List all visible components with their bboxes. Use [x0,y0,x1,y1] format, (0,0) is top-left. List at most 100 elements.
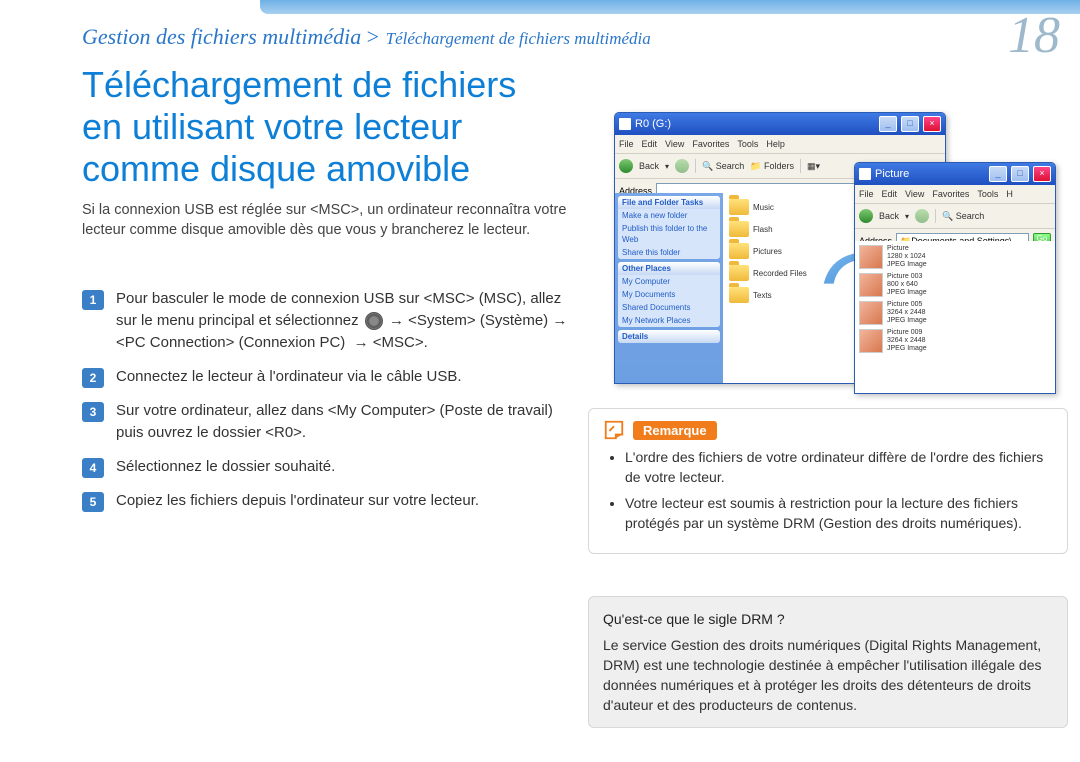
menu-help[interactable]: H [1006,189,1013,199]
menu-favorites[interactable]: Favorites [932,189,969,199]
menu-favorites[interactable]: Favorites [692,139,729,149]
places-panel: Other Places My Computer My Documents Sh… [618,262,720,327]
step-text: Copiez les fichiers depuis l'ordinateur … [116,490,572,512]
details-panel: Details [618,330,720,343]
titlebar: R0 (G:) _ □ × [615,113,945,135]
place-item[interactable]: My Network Places [618,314,720,327]
breadcrumb-sub: Téléchargement de fichiers multimédia [386,29,651,48]
intro-text: Si la connexion USB est réglée sur <MSC>… [82,200,572,240]
explorer-illustration: R0 (G:) _ □ × File Edit View Favorites T… [614,112,1054,402]
tasks-panel: File and Folder Tasks Make a new folder … [618,196,720,259]
task-item[interactable]: Make a new folder [618,209,720,222]
maximize-button[interactable]: □ [901,116,919,132]
menu-edit[interactable]: Edit [642,139,658,149]
folder-icon [729,265,749,281]
note-item: Votre lecteur est soumis à restriction p… [625,493,1053,533]
step-text: Pour basculer le mode de connexion USB s… [116,288,572,354]
window-title: Picture [875,168,909,180]
views-button[interactable]: ▦▾ [807,161,820,172]
details-panel-head: Details [618,330,720,343]
note-label: Remarque [633,421,717,440]
menu-tools[interactable]: Tools [977,189,998,199]
page-number: 18 [1008,6,1060,65]
gear-icon [365,312,383,330]
folder-icon [729,287,749,303]
drive-icon [619,118,631,130]
drm-answer: Le service Gestion des droits numériques… [603,635,1053,715]
back-label[interactable]: Back [879,211,899,221]
step-3: 3 Sur votre ordinateur, allez dans <My C… [82,400,572,444]
tasks-panel-head: File and Folder Tasks [618,196,720,209]
search-button[interactable]: 🔍 Search [942,211,984,222]
image-thumb-icon [859,301,883,325]
breadcrumb-sep: > [365,24,385,49]
page-title: Téléchargement de fichiers en utilisant … [82,64,562,190]
step-number-badge: 5 [82,492,104,512]
menubar: File Edit View Favorites Tools Help [615,135,945,154]
step-text: Connectez le lecteur à l'ordinateur via … [116,366,572,388]
breadcrumb: Gestion des fichiers multimédia > Téléch… [82,24,651,50]
folders-button[interactable]: 📁 Folders [750,161,794,172]
image-thumb-icon [859,273,883,297]
explorer-window-picture: Picture _ □ × File Edit View Favorites T… [854,162,1056,394]
breadcrumb-main: Gestion des fichiers multimédia [82,24,361,49]
step-number-badge: 3 [82,402,104,422]
thumb-item[interactable]: Picture 003800 x 640JPEG Image [859,273,1051,297]
search-button[interactable]: 🔍 Search [702,161,744,172]
step-number-badge: 4 [82,458,104,478]
image-thumb-icon [859,329,883,353]
note-box-icon [603,419,625,441]
close-button[interactable]: × [923,116,941,132]
maximize-button[interactable]: □ [1011,166,1029,182]
close-button[interactable]: × [1033,166,1051,182]
step-number-badge: 2 [82,368,104,388]
place-item[interactable]: My Documents [618,288,720,301]
toolbar: Back ▾ 🔍 Search [855,204,1055,229]
drm-info-box: Qu'est-ce que le sigle DRM ? Le service … [588,596,1068,728]
titlebar: Picture _ □ × [855,163,1055,185]
menu-file[interactable]: File [859,189,874,199]
step-5: 5 Copiez les fichiers depuis l'ordinateu… [82,490,572,512]
forward-icon[interactable] [915,209,929,223]
step-text: Sélectionnez le dossier souhaité. [116,456,572,478]
back-label[interactable]: Back [639,161,659,171]
menu-edit[interactable]: Edit [882,189,898,199]
note-box: Remarque L'ordre des fichiers de votre o… [588,408,1068,554]
menu-file[interactable]: File [619,139,634,149]
place-item[interactable]: My Computer [618,275,720,288]
folder-icon [859,168,871,180]
header-strip [260,0,1080,14]
thumb-item[interactable]: Picture 0093264 x 2448JPEG Image [859,329,1051,353]
drm-question: Qu'est-ce que le sigle DRM ? [603,609,1053,629]
step-2: 2 Connectez le lecteur à l'ordinateur vi… [82,366,572,388]
minimize-button[interactable]: _ [989,166,1007,182]
back-icon[interactable] [619,159,633,173]
note-item: L'ordre des fichiers de votre ordinateur… [625,447,1053,487]
step-4: 4 Sélectionnez le dossier souhaité. [82,456,572,478]
thumb-item[interactable]: Picture 0053264 x 2448JPEG Image [859,301,1051,325]
folder-icon [729,199,749,215]
window-title: R0 (G:) [635,118,671,130]
minimize-button[interactable]: _ [879,116,897,132]
menu-help[interactable]: Help [766,139,785,149]
back-icon[interactable] [859,209,873,223]
thumb-item[interactable]: Picture1280 x 1024JPEG Image [859,245,1051,269]
menu-view[interactable]: View [905,189,924,199]
step-text: Sur votre ordinateur, allez dans <My Com… [116,400,572,444]
step-number-badge: 1 [82,290,104,310]
side-panel: File and Folder Tasks Make a new folder … [615,193,723,383]
menu-tools[interactable]: Tools [737,139,758,149]
steps-list: 1 Pour basculer le mode de connexion USB… [82,288,572,524]
places-panel-head: Other Places [618,262,720,275]
task-item[interactable]: Publish this folder to the Web [618,222,720,246]
place-item[interactable]: Shared Documents [618,301,720,314]
menu-view[interactable]: View [665,139,684,149]
task-item[interactable]: Share this folder [618,246,720,259]
forward-icon[interactable] [675,159,689,173]
menubar: File Edit View Favorites Tools H [855,185,1055,204]
note-list: L'ordre des fichiers de votre ordinateur… [603,447,1053,533]
thumbnail-content: Picture1280 x 1024JPEG Image Picture 003… [855,241,1055,393]
image-thumb-icon [859,245,883,269]
folder-icon [729,243,749,259]
folder-icon [729,221,749,237]
